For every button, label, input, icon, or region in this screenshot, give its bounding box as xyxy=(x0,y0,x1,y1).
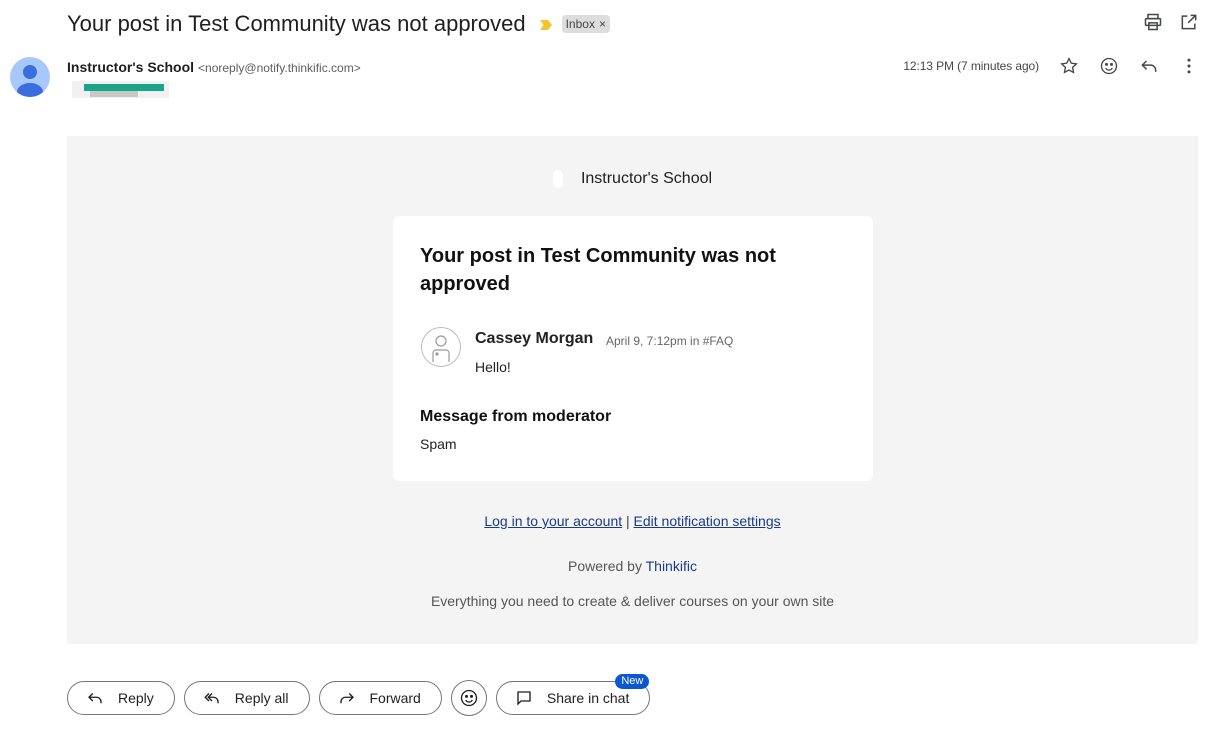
reply-all-icon xyxy=(204,693,219,704)
reply-button[interactable]: Reply xyxy=(67,681,175,715)
redacted-recipient xyxy=(72,81,169,98)
print-icon[interactable] xyxy=(1143,12,1163,32)
sender-row: Instructor's School <noreply@notify.thin… xyxy=(67,59,361,75)
reply-all-label: Reply all xyxy=(234,690,289,706)
post-author: Cassey Morgan xyxy=(475,330,594,347)
redaction-shade xyxy=(90,91,138,97)
inbox-label-chip: Inbox × xyxy=(561,15,610,33)
thinkific-link[interactable]: Thinkific xyxy=(646,558,697,574)
importance-marker-icon[interactable] xyxy=(539,18,552,30)
emoji-icon[interactable] xyxy=(1099,56,1119,76)
subject-row: Your post in Test Community was not appr… xyxy=(67,8,610,40)
post-meta: April 9, 7:12pm in #FAQ xyxy=(606,334,734,348)
school-name: Instructor's School xyxy=(580,170,713,187)
card-title: Your post in Test Community was not appr… xyxy=(420,245,776,295)
powered-by: Powered by Thinkific xyxy=(67,558,1198,574)
link-separator: | xyxy=(622,513,634,529)
more-options-icon[interactable] xyxy=(1179,56,1199,76)
moderator-heading: Message from moderator xyxy=(420,408,612,425)
login-link[interactable]: Log in to your account xyxy=(484,513,622,529)
email-subject: Your post in Test Community was not appr… xyxy=(67,11,526,36)
emoji-icon xyxy=(460,689,478,707)
message-meta: 12:13 PM (7 minutes ago) xyxy=(903,56,1199,76)
redaction-bar xyxy=(84,84,164,91)
notification-card: Your post in Test Community was not appr… xyxy=(393,216,873,481)
email-body: Instructor's School Your post in Test Co… xyxy=(67,136,1198,644)
action-bar: Reply Reply all Forward Share in chat Ne… xyxy=(67,674,651,716)
share-in-chat-label: Share in chat xyxy=(546,690,630,706)
forward-icon xyxy=(339,693,354,704)
chat-icon xyxy=(517,691,531,706)
reply-all-button[interactable]: Reply all xyxy=(183,681,310,715)
school-logo-icon xyxy=(552,170,563,188)
author-avatar-icon xyxy=(421,327,461,367)
powered-by-prefix: Powered by xyxy=(568,558,646,574)
emoji-reaction-button[interactable] xyxy=(450,680,487,716)
forward-label: Forward xyxy=(369,690,421,706)
sender-avatar[interactable] xyxy=(10,57,50,97)
tagline: Everything you need to create & deliver … xyxy=(430,593,835,609)
remove-label-button[interactable]: × xyxy=(599,17,606,31)
post-message: Hello! xyxy=(475,359,511,375)
top-toolbar xyxy=(1143,12,1199,32)
message-actions xyxy=(1059,56,1199,76)
school-header: Instructor's School xyxy=(67,170,1198,188)
share-in-chat-button[interactable]: Share in chat New xyxy=(495,674,651,715)
notification-settings-link[interactable]: Edit notification settings xyxy=(634,513,781,529)
timestamp: 12:13 PM (7 minutes ago) xyxy=(903,59,1039,73)
sender-name[interactable]: Instructor's School xyxy=(67,59,194,75)
label-name: Inbox xyxy=(565,17,595,31)
sender-email: <noreply@notify.thinkific.com> xyxy=(198,61,361,75)
moderator-message: Spam xyxy=(420,436,457,452)
footer-links: Log in to your account | Edit notificati… xyxy=(67,513,1198,529)
star-icon[interactable] xyxy=(1059,56,1079,76)
reply-icon[interactable] xyxy=(1139,56,1159,76)
new-badge: New xyxy=(615,674,650,689)
open-in-new-window-icon[interactable] xyxy=(1179,12,1199,32)
reply-icon xyxy=(88,693,102,704)
forward-button[interactable]: Forward xyxy=(318,681,442,715)
reply-label: Reply xyxy=(118,690,154,706)
